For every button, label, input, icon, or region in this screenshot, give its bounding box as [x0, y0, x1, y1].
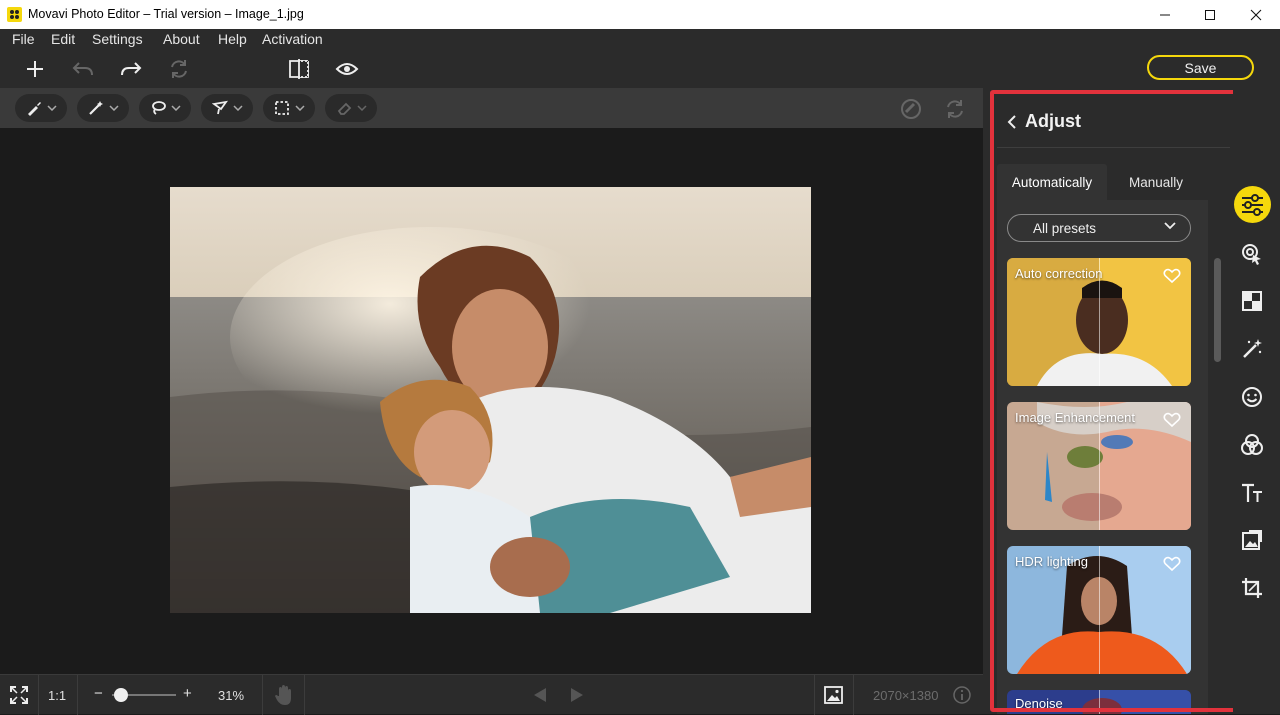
watermark-icon	[1242, 530, 1262, 550]
maximize-button[interactable]	[1187, 0, 1233, 29]
save-button[interactable]: Save	[1147, 55, 1254, 80]
background-tool-button[interactable]	[1235, 284, 1269, 318]
eraser-icon	[337, 102, 351, 115]
preview-eye-icon[interactable]	[333, 55, 361, 83]
eraser-tool-button[interactable]	[325, 94, 377, 122]
brush-icon	[27, 102, 41, 116]
zoom-out-button[interactable]: −	[94, 685, 103, 702]
chevron-down-icon	[232, 105, 243, 111]
next-image-icon[interactable]	[569, 687, 585, 703]
app-logo-icon	[7, 7, 22, 22]
magic-select-icon	[88, 101, 103, 115]
filters-icon	[1241, 434, 1263, 455]
rect-select-icon	[274, 101, 289, 115]
chevron-down-icon	[46, 105, 57, 111]
close-button[interactable]	[1233, 0, 1279, 29]
redo-icon[interactable]	[117, 55, 145, 83]
rect-select-tool-button[interactable]	[263, 94, 315, 122]
fit-screen-icon[interactable]	[10, 686, 28, 704]
crop-icon	[1242, 578, 1262, 598]
title-bar: Movavi Photo Editor – Trial version – Im…	[0, 0, 1280, 29]
face-retouch-tool-button[interactable]	[1235, 380, 1269, 414]
clear-selection-icon[interactable]	[900, 98, 922, 120]
bottom-bar: 1:1 − + 31% 2070×1380	[0, 674, 983, 715]
reset-icon[interactable]	[165, 55, 193, 83]
zoom-in-button[interactable]: +	[183, 685, 192, 702]
polygon-lasso-icon	[211, 100, 228, 115]
previous-image-icon[interactable]	[532, 687, 548, 703]
adjust-tool-button[interactable]	[1234, 186, 1271, 223]
window-title: Movavi Photo Editor – Trial version – Im…	[28, 7, 304, 21]
polygon-lasso-tool-button[interactable]	[201, 94, 253, 122]
image-canvas[interactable]	[0, 128, 983, 674]
magic-wand-icon	[1243, 339, 1262, 358]
menu-edit[interactable]: Edit	[51, 31, 75, 47]
undo-icon[interactable]	[69, 55, 97, 83]
menu-bar: File Edit Settings About Help Activation	[0, 29, 1280, 50]
selection-toolbar	[0, 88, 983, 128]
minimize-button[interactable]	[1142, 0, 1188, 29]
menu-help[interactable]: Help	[218, 31, 247, 47]
image-info-icon[interactable]	[824, 686, 843, 704]
lasso-icon	[151, 101, 166, 115]
actual-size-button[interactable]: 1:1	[48, 688, 66, 703]
background-icon	[1242, 291, 1262, 311]
edited-photo[interactable]	[170, 187, 811, 613]
zoom-slider-thumb[interactable]	[114, 688, 129, 702]
crop-tool-button[interactable]	[1235, 571, 1269, 605]
menu-about[interactable]: About	[163, 31, 200, 47]
brush-tool-button[interactable]	[15, 94, 67, 122]
retouch-icon	[1242, 244, 1261, 265]
magic-select-tool-button[interactable]	[77, 94, 129, 122]
chevron-down-icon	[108, 105, 119, 111]
face-icon	[1242, 387, 1262, 407]
watermark-tool-button[interactable]	[1235, 523, 1269, 557]
text-tool-button[interactable]	[1235, 476, 1269, 510]
zoom-percent: 31%	[218, 688, 245, 703]
chevron-down-icon	[294, 105, 305, 111]
hand-tool-icon[interactable]	[274, 684, 294, 706]
info-icon[interactable]	[953, 686, 971, 704]
filters-tool-button[interactable]	[1235, 428, 1269, 462]
magic-wand-tool-button[interactable]	[1235, 332, 1269, 366]
menu-file[interactable]: File	[12, 31, 35, 47]
text-icon	[1242, 483, 1262, 502]
add-icon[interactable]	[21, 55, 49, 83]
menu-settings[interactable]: Settings	[92, 31, 143, 47]
lasso-tool-button[interactable]	[139, 94, 191, 122]
refresh-icon[interactable]	[944, 98, 966, 120]
panel-highlight-outline	[990, 90, 1237, 712]
compare-split-icon[interactable]	[285, 55, 313, 83]
menu-activation[interactable]: Activation	[262, 31, 323, 47]
chevron-down-icon	[356, 105, 367, 111]
main-toolbar: Save	[0, 50, 1280, 88]
retouch-tool-button[interactable]	[1235, 237, 1269, 271]
chevron-down-icon	[170, 105, 181, 111]
adjust-icon	[1242, 194, 1263, 216]
image-dimensions: 2070×1380	[873, 688, 939, 703]
